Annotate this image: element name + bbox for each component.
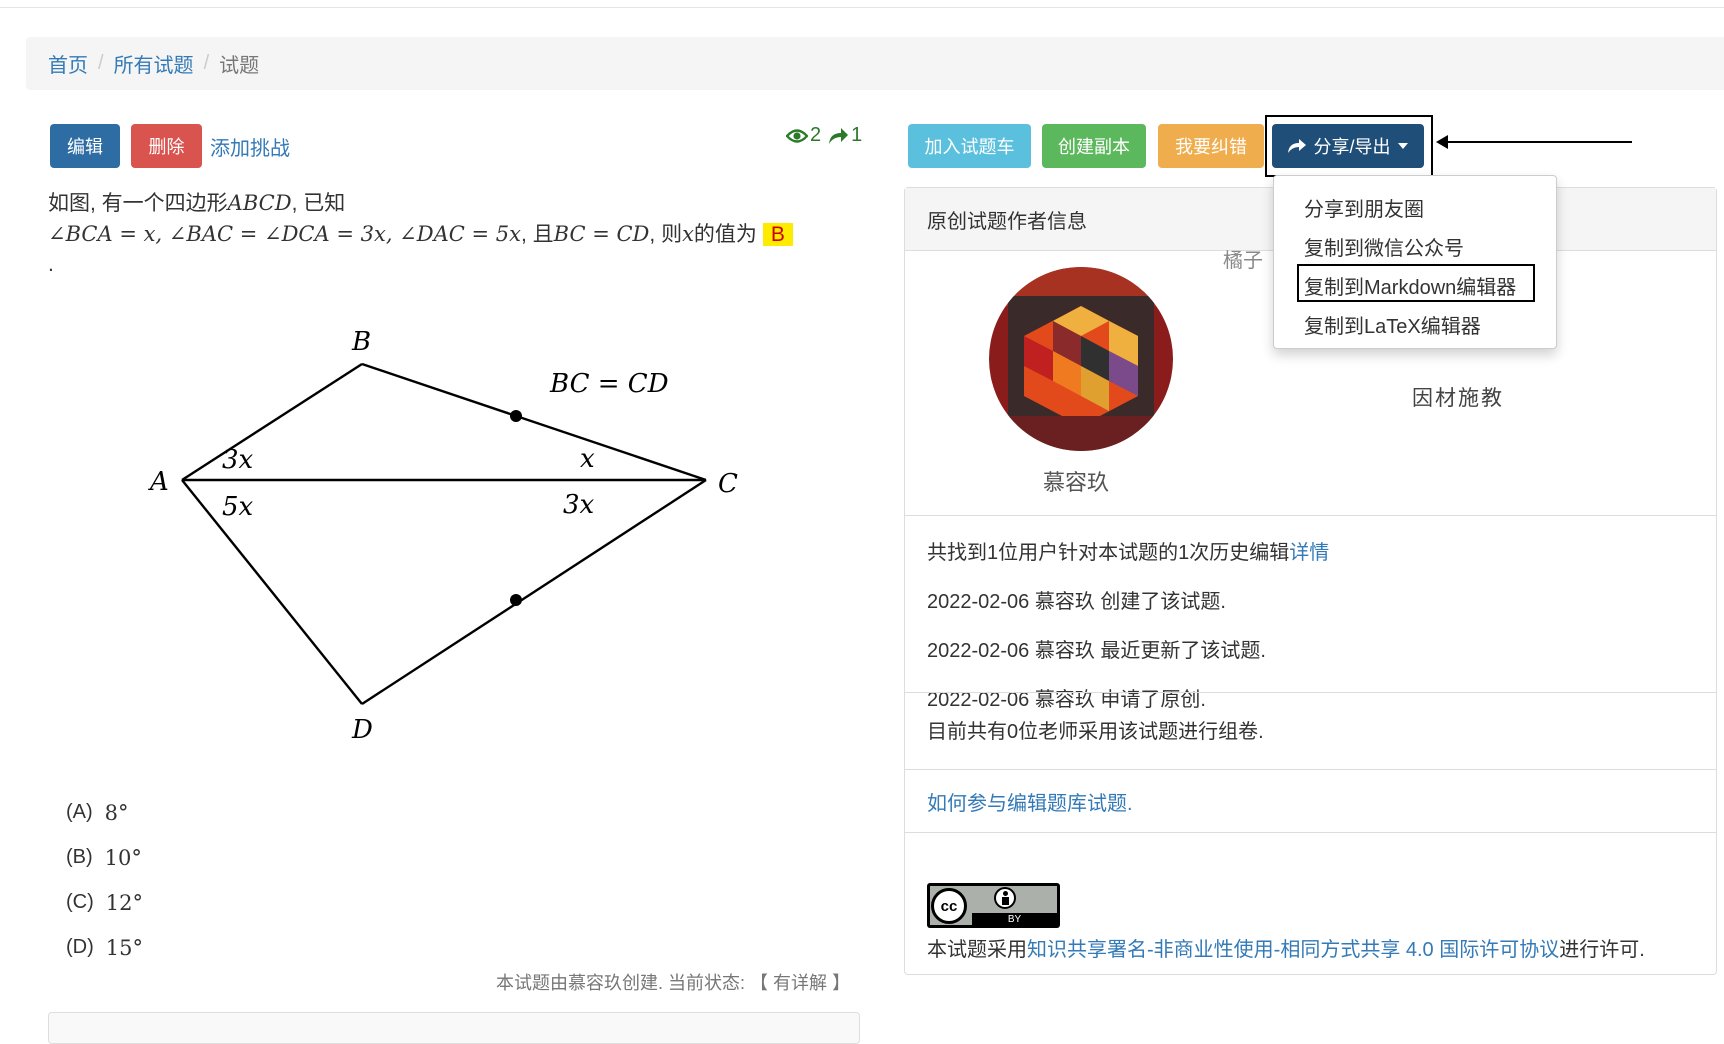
author-name: 慕容玖 [1043, 470, 1110, 495]
status-bracket-open: 【 [750, 973, 769, 993]
choice-label: (D) [66, 936, 94, 958]
by-label: BY [972, 913, 1057, 927]
annotation-box-markdown [1297, 264, 1535, 302]
history-entry: 2022-02-06 慕容玖 最近更新了该试题. [927, 640, 1266, 662]
choice-label: (C) [66, 891, 94, 913]
delete-button[interactable]: 删除 [131, 124, 202, 168]
history-entry: 2022-02-06 慕容玖 创建了该试题. [927, 591, 1226, 613]
status-state: 有详解 [773, 973, 828, 993]
view-share-stats: 2 1 [786, 124, 862, 147]
choice-d: (D) 15° [66, 925, 143, 970]
breadcrumb: 首页 / 所有试题 / 试题 [26, 37, 1724, 90]
usage-text: 目前共有0位老师采用该试题进行组卷. [927, 721, 1264, 743]
share-count: 1 [851, 124, 863, 146]
equal-sides-label: BC = CD [549, 369, 669, 399]
license-suffix: 进行许可. [1559, 939, 1645, 961]
annotation-box-share [1265, 115, 1433, 177]
author-motto: 因材施教 [1412, 386, 1504, 410]
history-summary: 共找到1位用户针对本试题的1次历史编辑 [927, 542, 1290, 564]
status-text: 本试题由慕容玖创建. 当前状态: [496, 973, 746, 993]
add-challenge-link[interactable]: 添加挑战 [210, 132, 290, 161]
eye-icon [786, 128, 808, 143]
share-dropdown-menu: 分享到朋友圈 复制到微信公众号 复制到Markdown编辑器 复制到LaTeX编… [1273, 175, 1557, 349]
view-count: 2 [810, 124, 822, 146]
question-text: 如图, 有一个四边形ABCD, 已知 ∠BCA = x, ∠BAC = ∠DCA… [48, 188, 868, 280]
answer-badge: B [762, 223, 793, 246]
question-known: , 已知 [291, 192, 346, 215]
help-link[interactable]: 如何参与编辑题库试题. [927, 793, 1133, 815]
condition-sides: BC = CD [553, 222, 650, 246]
history-section: 共找到1位用户针对本试题的1次历史编辑详情 2022-02-06 慕容玖 创建了… [905, 515, 1716, 711]
question-variable: x [682, 222, 694, 246]
author-partial-name: 橘子 [1223, 250, 1263, 272]
menu-item-copy-latex[interactable]: 复制到LaTeX编辑器 [1304, 310, 1481, 339]
angle-label-bac: 3x [222, 445, 254, 475]
tick-mark-cd [510, 594, 522, 606]
license-link[interactable]: 知识共享署名-非商业性使用-相同方式共享 4.0 国际许可协议 [1027, 939, 1559, 961]
choice-label: (A) [66, 801, 93, 823]
segment-ad [181, 479, 363, 705]
menu-item-share-moments[interactable]: 分享到朋友圈 [1304, 193, 1424, 222]
license-text: 本试题采用知识共享署名-非商业性使用-相同方式共享 4.0 国际许可协议进行许可… [927, 933, 1645, 962]
vertex-label-b: B [351, 327, 371, 357]
status-bracket-close: 】 [832, 973, 851, 993]
answer-choices: (A) 8° (B) 10° (C) 12° (D) 15° [66, 790, 143, 970]
report-error-button[interactable]: 我要纠错 [1158, 124, 1264, 168]
segment-ab [181, 362, 363, 482]
tick-mark-bc [510, 410, 522, 422]
choice-value: 12° [105, 890, 143, 915]
choice-value: 10° [104, 845, 142, 870]
choice-value: 8° [104, 800, 129, 825]
history-detail-link[interactable]: 详情 [1289, 542, 1329, 564]
breadcrumb-all-questions[interactable]: 所有试题 [114, 49, 194, 78]
cc-license-badge[interactable]: cc BY [927, 883, 1060, 928]
share-arrow-icon [829, 127, 849, 144]
question-status: 本试题由慕容玖创建. 当前状态: 【 有详解 】 [496, 969, 850, 995]
choice-a: (A) 8° [66, 790, 143, 835]
question-period: . [48, 253, 54, 276]
breadcrumb-current: 试题 [219, 55, 260, 77]
license-prefix: 本试题采用 [927, 939, 1027, 961]
usage-section: 目前共有0位老师采用该试题进行组卷. [905, 692, 1716, 769]
breadcrumb-separator: / [203, 52, 210, 74]
author-avatar [989, 267, 1173, 451]
breadcrumb-separator: / [98, 52, 104, 74]
condition-angles: ∠BCA = x, ∠BAC = ∠DCA = 3x, ∠DAC = 5x [48, 222, 521, 246]
attribution-icon [994, 887, 1016, 909]
create-copy-button[interactable]: 创建副本 [1042, 124, 1146, 168]
angle-label-dac: 5x [222, 492, 254, 522]
quadrilateral-figure: A B C D BC = CD 3x 5x x 3x [148, 327, 738, 745]
top-divider [0, 7, 1724, 8]
help-section: 如何参与编辑题库试题. [905, 769, 1716, 832]
choice-label: (B) [66, 846, 93, 868]
question-ask: 的值为 [693, 223, 757, 246]
choice-value: 15° [105, 935, 143, 960]
menu-item-copy-wechat[interactable]: 复制到微信公众号 [1304, 232, 1464, 261]
vertex-label-a: A [148, 467, 169, 497]
quad-name: ABCD [227, 191, 292, 215]
choice-b: (B) 10° [66, 835, 143, 880]
add-to-cart-button[interactable]: 加入试题车 [908, 124, 1031, 168]
segment-dc [361, 478, 707, 706]
angle-label-bca: x [580, 444, 595, 474]
question-prefix: 如图, 有一个四边形 [48, 192, 228, 215]
edit-button[interactable]: 编辑 [50, 124, 120, 168]
vertex-label-c: C [718, 469, 738, 499]
angle-label-dca: 3x [563, 490, 595, 520]
breadcrumb-home[interactable]: 首页 [48, 49, 88, 78]
bottom-panel [48, 1012, 860, 1044]
choice-c: (C) 12° [66, 880, 143, 925]
annotation-arrow-share [1446, 141, 1632, 143]
annotation-arrowhead-share [1436, 135, 1448, 149]
vertex-label-d: D [351, 715, 373, 745]
question-then: , 则 [649, 223, 683, 246]
question-and: , 且 [520, 223, 554, 246]
cc-icon: cc [931, 888, 967, 924]
